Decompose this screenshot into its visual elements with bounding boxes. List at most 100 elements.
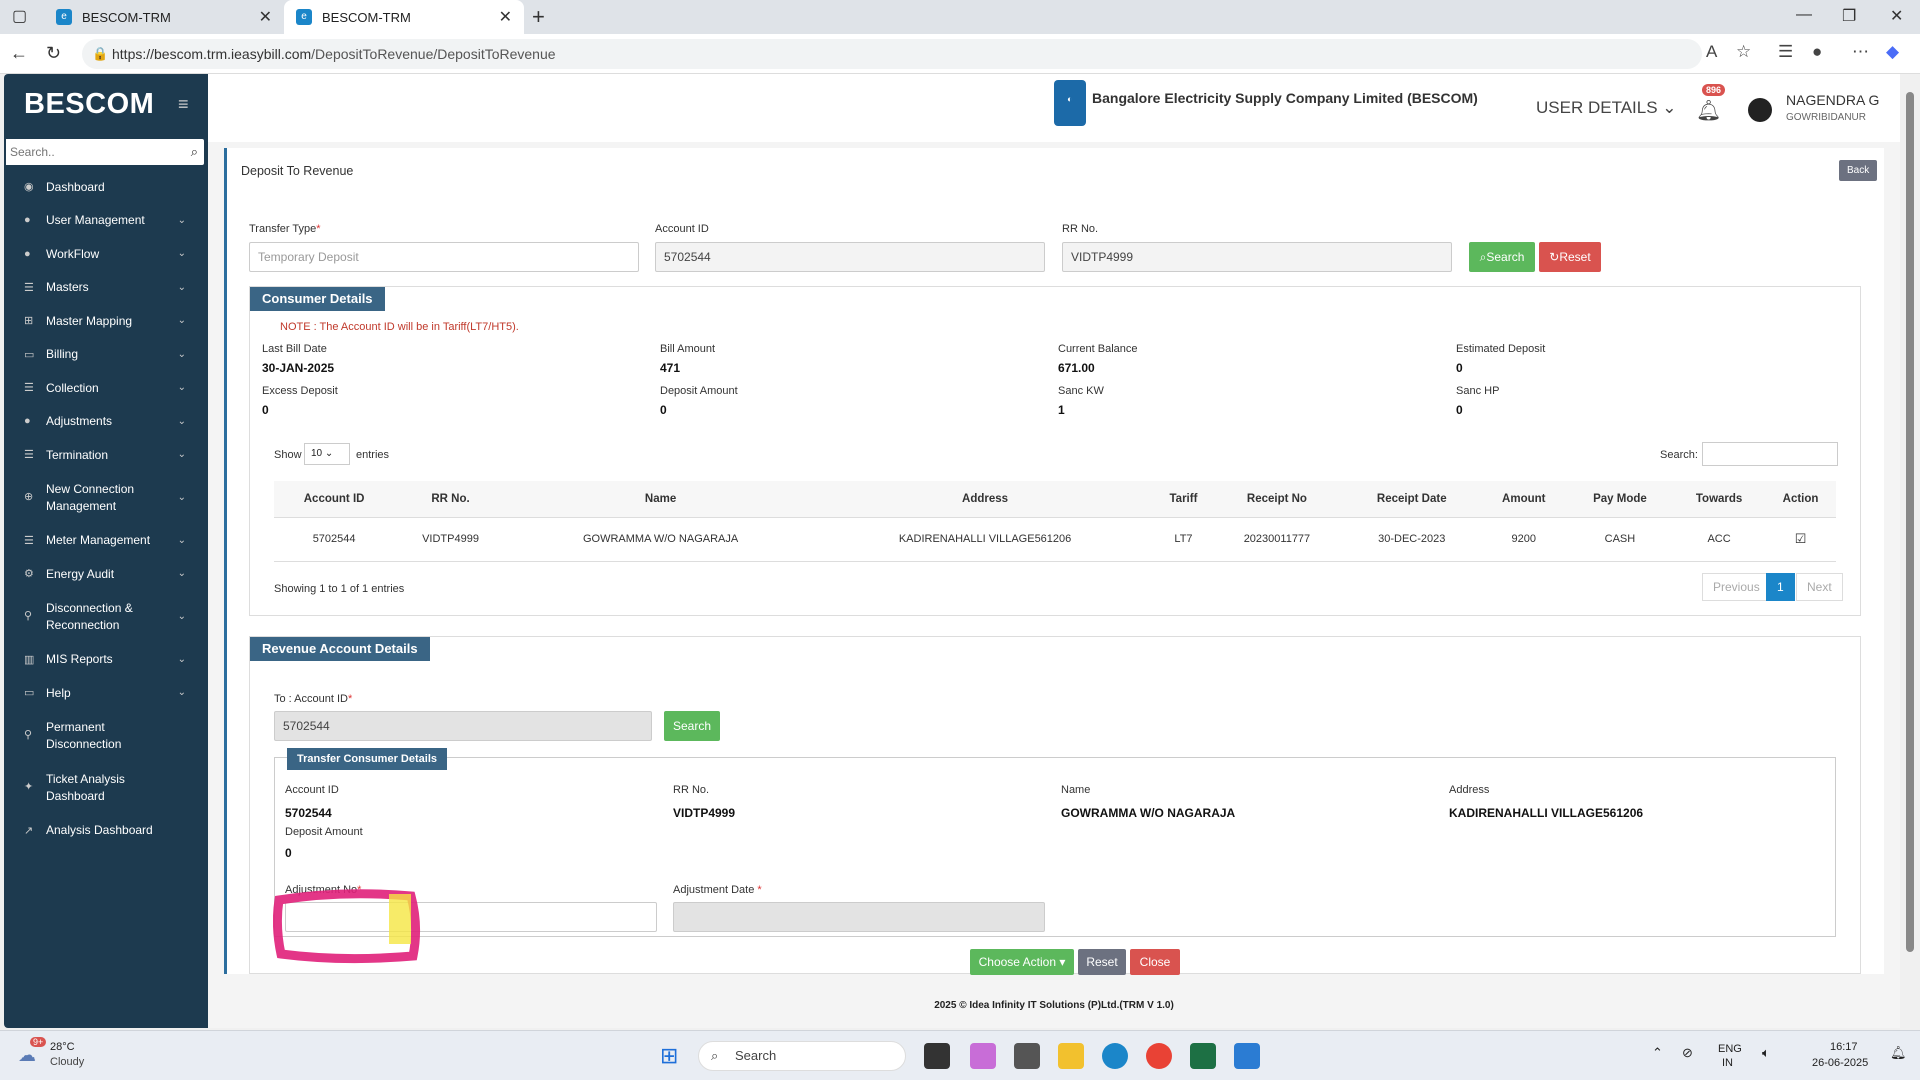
table-search-input[interactable]: [1702, 442, 1838, 466]
search-button[interactable]: ⌕Search: [1469, 242, 1535, 272]
sidebar-item-termination[interactable]: ☰ Termination ⌄: [4, 438, 208, 472]
sidebar-item-energy-audit[interactable]: ⚙ Energy Audit ⌄: [4, 557, 208, 591]
refresh-icon[interactable]: ↻: [46, 43, 61, 64]
copilot-app-icon[interactable]: [970, 1043, 996, 1069]
sidebar-search: ⌕: [6, 139, 204, 165]
back-icon[interactable]: ←: [10, 43, 28, 64]
bell-icon[interactable]: 🔔︎: [1696, 98, 1721, 123]
tab-inactive[interactable]: e BESCOM-TRM ✕: [44, 0, 284, 34]
read-aloud-icon[interactable]: A: [1706, 42, 1717, 62]
page-1-button[interactable]: 1: [1766, 573, 1795, 601]
app-icon[interactable]: [1234, 1043, 1260, 1069]
close-button[interactable]: Close: [1130, 949, 1180, 975]
user-details-menu[interactable]: USER DETAILS ⌄: [1536, 98, 1677, 118]
next-page-button[interactable]: Next: [1796, 573, 1843, 601]
column-header[interactable]: Towards: [1673, 481, 1766, 518]
previous-page-button[interactable]: Previous: [1702, 573, 1771, 601]
close-tab-icon[interactable]: ✕: [259, 7, 272, 27]
notifications-icon[interactable]: 🔔︎: [1890, 1045, 1907, 1061]
new-tab-icon[interactable]: +: [532, 4, 545, 30]
sidebar-item-new-connection-management[interactable]: ⊕ New Connection Management ⌄: [4, 472, 208, 524]
column-header[interactable]: Tariff: [1155, 481, 1212, 518]
sidebar-item-mis-reports[interactable]: ▥ MIS Reports ⌄: [4, 643, 208, 677]
sidebar-item-disconnection-reconnection[interactable]: ⚲ Disconnection & Reconnection ⌄: [4, 591, 208, 643]
favorites-bar-icon[interactable]: ☰: [1778, 42, 1793, 62]
to-account-search-button[interactable]: Search: [664, 711, 720, 741]
clock-time[interactable]: 16:17: [1830, 1041, 1858, 1053]
search-icon[interactable]: ⌕: [191, 144, 198, 160]
sidebar-item-master-mapping[interactable]: ⊞ Master Mapping ⌄: [4, 304, 208, 338]
column-header[interactable]: RR No.: [394, 481, 507, 518]
favorite-icon[interactable]: ☆: [1736, 42, 1751, 62]
close-window-icon[interactable]: ✕: [1890, 6, 1903, 26]
chevron-up-icon[interactable]: ⌃: [1652, 1045, 1663, 1061]
sidebar-item-dashboard[interactable]: ◉ Dashboard: [4, 170, 208, 204]
sidebar-item-billing[interactable]: ▭ Billing ⌄: [4, 338, 208, 372]
sidebar-item-label: Disconnection & Reconnection: [46, 600, 133, 632]
monitor-icon: ▭: [24, 687, 35, 700]
sidebar-item-meter-management[interactable]: ☰ Meter Management ⌄: [4, 524, 208, 558]
revenue-reset-button[interactable]: Reset: [1078, 949, 1126, 975]
transfer-field-label: RR No.: [673, 784, 710, 796]
to-account-label: To : Account ID*: [274, 693, 353, 705]
taskbar-search[interactable]: ⌕ Search: [698, 1041, 906, 1071]
edge-icon[interactable]: [1102, 1043, 1128, 1069]
sidebar-item-adjustments[interactable]: ● Adjustments ⌄: [4, 405, 208, 439]
minimize-icon[interactable]: —: [1796, 6, 1812, 24]
chevron-down-icon: ⌄: [177, 568, 186, 580]
page-scrollbar[interactable]: [1900, 74, 1920, 1028]
sidebar-item-workflow[interactable]: ● WorkFlow ⌄: [4, 237, 208, 271]
start-icon[interactable]: ⊞: [660, 1043, 678, 1069]
column-header[interactable]: Pay Mode: [1566, 481, 1674, 518]
account-id-input[interactable]: 5702544: [655, 242, 1045, 272]
select-checkbox[interactable]: ☑: [1795, 531, 1807, 546]
table-cell: CASH: [1566, 517, 1674, 562]
sidebar-search-input[interactable]: [6, 139, 176, 165]
column-header[interactable]: Receipt Date: [1342, 481, 1481, 518]
sidebar-item-ticket-analysis-dashboard[interactable]: ✦ Ticket Analysis Dashboard: [4, 762, 208, 814]
sidebar-item-user-management[interactable]: ● User Management ⌄: [4, 204, 208, 238]
entries-select[interactable]: 10 ⌄: [304, 443, 350, 465]
url-field[interactable]: 🔒 https://bescom.trm.ieasybill.com/Depos…: [82, 39, 1702, 69]
language-1[interactable]: ENG: [1718, 1043, 1742, 1055]
sidebar-item-masters[interactable]: ☰ Masters ⌄: [4, 271, 208, 305]
weather-icon[interactable]: ☁: [18, 1045, 36, 1066]
column-header[interactable]: Address: [814, 481, 1156, 518]
network-icon[interactable]: ⊘: [1682, 1045, 1693, 1061]
adjustment-date-input[interactable]: [673, 902, 1045, 932]
restore-icon[interactable]: ❐: [1842, 6, 1856, 26]
tab-actions-icon[interactable]: ▢: [12, 6, 27, 26]
reset-button[interactable]: ↻Reset: [1539, 242, 1601, 272]
choose-action-button[interactable]: Choose Action ▾: [970, 949, 1074, 975]
close-tab-icon[interactable]: ✕: [499, 7, 512, 27]
column-header[interactable]: Name: [506, 481, 815, 518]
profile-icon[interactable]: ●: [1812, 42, 1822, 62]
to-account-input[interactable]: 5702544: [274, 711, 652, 741]
excel-icon[interactable]: [1190, 1043, 1216, 1069]
file-explorer-icon[interactable]: [1058, 1043, 1084, 1069]
sidebar-item-collection[interactable]: ☰ Collection ⌄: [4, 371, 208, 405]
sidebar-item-help[interactable]: ▭ Help ⌄: [4, 676, 208, 710]
sidebar-item-label: New Connection Management: [46, 481, 135, 513]
hamburger-icon[interactable]: ≡: [178, 94, 189, 115]
sidebar-item-permanent-disconnection[interactable]: ⚲ Permanent Disconnection: [4, 710, 208, 762]
back-button[interactable]: Back: [1839, 160, 1878, 181]
column-header[interactable]: Action: [1765, 481, 1836, 518]
scroll-thumb[interactable]: [1906, 92, 1914, 952]
transfer-type-select[interactable]: Temporary Deposit: [249, 242, 639, 272]
sidebar-item-analysis-dashboard[interactable]: ↗ Analysis Dashboard: [4, 814, 208, 848]
transfer-type-label-text: Transfer Type: [249, 223, 317, 235]
rr-no-input[interactable]: VIDTP4999: [1062, 242, 1452, 272]
avatar[interactable]: [1748, 98, 1772, 122]
column-header[interactable]: Receipt No: [1211, 481, 1343, 518]
action-cell: ☑: [1765, 517, 1836, 562]
chrome-icon[interactable]: [1146, 1043, 1172, 1069]
more-icon[interactable]: ⋯: [1852, 42, 1869, 62]
task-view-icon[interactable]: [924, 1043, 950, 1069]
tab-active[interactable]: e BESCOM-TRM ✕: [284, 0, 524, 34]
calculator-icon[interactable]: [1014, 1043, 1040, 1069]
volume-icon[interactable]: 🔈︎: [1762, 1045, 1770, 1061]
column-header[interactable]: Amount: [1480, 481, 1567, 518]
copilot-icon[interactable]: ◆: [1886, 42, 1899, 62]
column-header[interactable]: Account ID: [274, 481, 395, 518]
